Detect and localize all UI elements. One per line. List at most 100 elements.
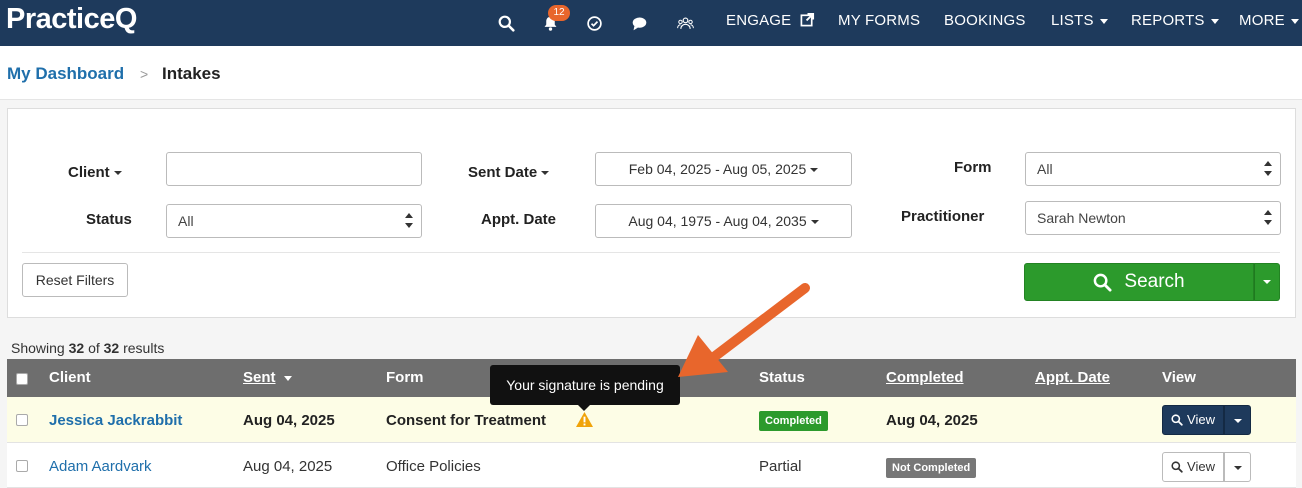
breadcrumb-dashboard-link[interactable]: My Dashboard: [7, 64, 124, 84]
sort-desc-icon: [283, 375, 292, 381]
nav-engage[interactable]: ENGAGE: [726, 12, 815, 29]
filter-panel: Client Sent Date Feb 04, 2025 - Aug 05, …: [7, 108, 1296, 318]
select-arrows-icon: [405, 213, 413, 229]
sent-date: Aug 04, 2025: [243, 458, 333, 475]
status-badge: Completed: [759, 411, 828, 431]
notification-count-badge: 12: [548, 5, 570, 21]
search-dropdown-toggle[interactable]: [1254, 263, 1280, 301]
results-shown: 32: [68, 340, 85, 356]
nav-lists-label: LISTS: [1051, 12, 1094, 29]
practitioner-filter-label: Practitioner: [901, 208, 985, 225]
client-input[interactable]: [166, 152, 422, 186]
annotation-arrow-icon: [678, 283, 810, 377]
form-name: Consent for Treatment: [386, 412, 547, 429]
client-name-link[interactable]: Adam Aardvark: [49, 458, 152, 475]
view-button[interactable]: View: [1162, 405, 1224, 435]
form-select-value: All: [1037, 161, 1053, 177]
completed-date: Aug 04, 2025: [886, 412, 978, 429]
nav-lists[interactable]: LISTS: [1051, 12, 1108, 29]
chevron-down-icon: [810, 220, 819, 225]
chevron-down-icon: [1210, 18, 1219, 24]
people-icon[interactable]: [673, 11, 697, 35]
status-text: Partial: [759, 458, 802, 475]
search-icon: [1094, 273, 1112, 292]
top-navbar: PracticeQ 12 ENGAGE MY FORMS BOOKINGS LI…: [0, 0, 1302, 46]
row-checkbox[interactable]: [16, 460, 28, 472]
sent-date: Aug 04, 2025: [243, 412, 335, 429]
status-badge: Not Completed: [886, 458, 977, 478]
results-suffix: results: [123, 340, 165, 356]
select-arrows-icon: [1264, 161, 1272, 177]
chevron-down-icon: [1234, 466, 1242, 470]
nav-engage-label: ENGAGE: [726, 12, 792, 29]
view-button-label: View: [1187, 459, 1215, 474]
chevron-down-icon: [1099, 18, 1108, 24]
sent-date-filter-label-text: Sent Date: [468, 164, 538, 181]
col-appt-date[interactable]: Appt. Date: [1035, 369, 1110, 386]
signature-pending-tooltip: Your signature is pending: [490, 365, 680, 411]
row-checkbox[interactable]: [16, 414, 28, 426]
col-completed[interactable]: Completed: [886, 369, 964, 386]
nav-my-forms[interactable]: MY FORMS: [838, 12, 920, 29]
reset-filters-button[interactable]: Reset Filters: [22, 263, 128, 297]
chevron-down-icon: [541, 171, 550, 176]
col-sent-label: Sent: [243, 369, 276, 386]
view-button-label: View: [1187, 412, 1215, 427]
appt-date-filter-label: Appt. Date: [481, 211, 556, 228]
select-arrows-icon: [1264, 210, 1272, 226]
col-view: View: [1162, 369, 1196, 386]
form-filter-label: Form: [954, 159, 992, 176]
client-filter-label-text: Client: [68, 164, 110, 181]
practiceq-logo[interactable]: PracticeQ: [6, 3, 137, 36]
view-dropdown-toggle[interactable]: [1224, 452, 1251, 482]
chat-icon[interactable]: [627, 11, 651, 35]
view-dropdown-toggle[interactable]: [1224, 405, 1251, 435]
search-button-label: Search: [1124, 271, 1185, 292]
view-button[interactable]: View: [1162, 452, 1224, 482]
chevron-down-icon: [1234, 419, 1242, 423]
sent-date-range-value: Feb 04, 2025 - Aug 05, 2025: [628, 161, 807, 177]
client-filter-label[interactable]: Client: [68, 164, 122, 181]
col-sent[interactable]: Sent: [243, 369, 292, 386]
appt-date-range-picker[interactable]: Aug 04, 1975 - Aug 04, 2035: [595, 204, 852, 238]
appt-date-range-value: Aug 04, 1975 - Aug 04, 2035: [628, 213, 807, 229]
check-circle-icon[interactable]: [582, 11, 606, 35]
chevron-down-icon: [1290, 18, 1299, 24]
practitioner-select[interactable]: Sarah Newton: [1025, 201, 1281, 235]
practitioner-select-value: Sarah Newton: [1037, 210, 1126, 226]
table-row: Adam Aardvark Aug 04, 2025 Office Polici…: [7, 443, 1296, 488]
search-icon: [1171, 461, 1183, 473]
form-name: Office Policies: [386, 458, 481, 475]
nav-more[interactable]: MORE: [1239, 12, 1299, 29]
search-icon[interactable]: [494, 11, 518, 35]
results-total: 32: [103, 340, 120, 356]
chevron-down-icon: [810, 168, 819, 173]
sent-date-filter-label[interactable]: Sent Date: [468, 164, 550, 181]
select-all-checkbox[interactable]: [16, 373, 28, 385]
col-form: Form: [386, 369, 424, 386]
warning-icon[interactable]: [575, 411, 594, 428]
status-select[interactable]: All: [166, 204, 422, 238]
nav-more-label: MORE: [1239, 12, 1285, 29]
nav-reports[interactable]: REPORTS: [1131, 12, 1219, 29]
chevron-down-icon: [113, 171, 122, 176]
results-of: of: [88, 340, 100, 356]
breadcrumb: My Dashboard > Intakes: [0, 46, 1302, 100]
breadcrumb-separator: >: [140, 66, 149, 82]
results-count: Showing 32 of 32 results: [11, 340, 164, 356]
search-icon: [1171, 414, 1183, 426]
col-client: Client: [49, 369, 91, 386]
page-title: Intakes: [162, 64, 221, 83]
nav-reports-label: REPORTS: [1131, 12, 1205, 29]
chevron-down-icon: [1263, 280, 1271, 284]
results-prefix: Showing: [11, 340, 65, 356]
nav-bookings[interactable]: BOOKINGS: [944, 12, 1026, 29]
external-link-icon: [800, 12, 814, 27]
filter-divider: [22, 252, 1280, 253]
search-button[interactable]: Search: [1024, 263, 1254, 301]
client-name-link[interactable]: Jessica Jackrabbit: [49, 412, 182, 429]
sent-date-range-picker[interactable]: Feb 04, 2025 - Aug 05, 2025: [595, 152, 852, 186]
status-select-value: All: [178, 213, 194, 229]
status-filter-label: Status: [86, 211, 132, 228]
form-select[interactable]: All: [1025, 152, 1281, 186]
